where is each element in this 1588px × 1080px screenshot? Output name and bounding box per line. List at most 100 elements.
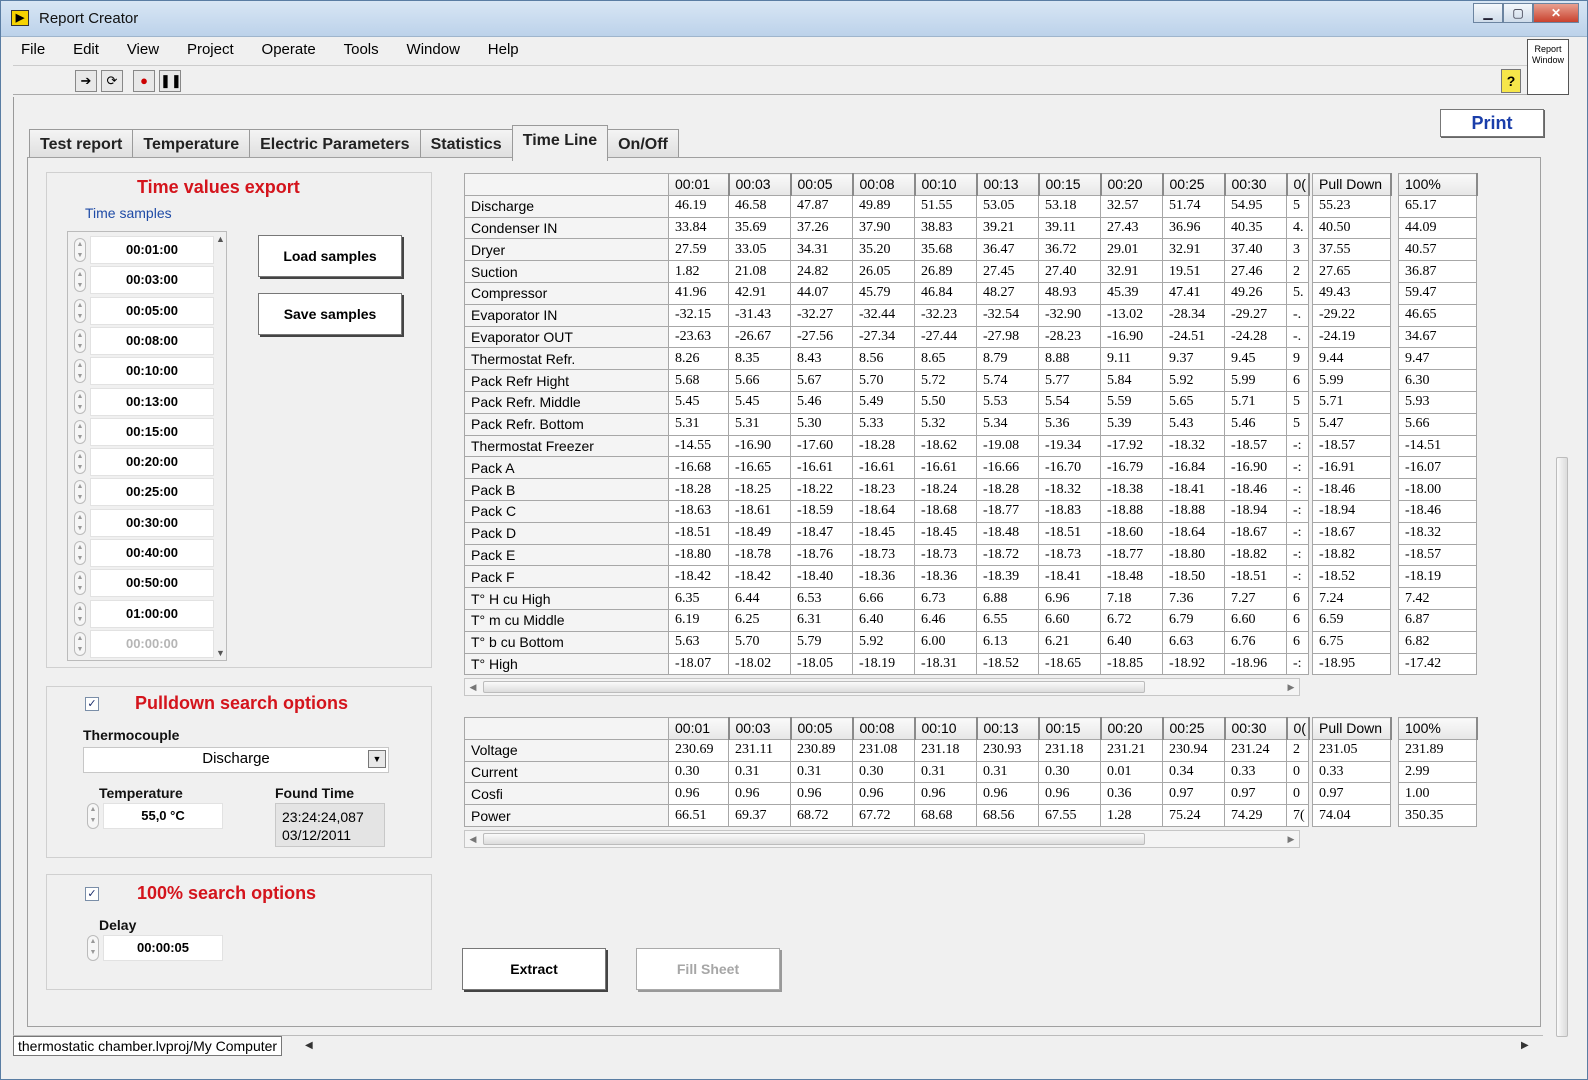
time-sample-field[interactable]: 00:40:00 xyxy=(90,539,214,567)
minimize-icon[interactable]: ▁ xyxy=(1473,3,1503,23)
pulldown-search-checkbox[interactable]: ✓ xyxy=(85,697,99,711)
time-sample-field[interactable]: 00:08:00 xyxy=(90,326,214,355)
time-sample-spinner-icon[interactable]: ▲ ▼ xyxy=(74,238,86,262)
time-sample-field[interactable]: 00:50:00 xyxy=(90,569,214,598)
scroll-thumb[interactable] xyxy=(483,833,1145,845)
time-sample-row[interactable]: ▲ ▼ 00:50:00 xyxy=(74,569,214,598)
close-icon[interactable]: ✕ xyxy=(1533,3,1579,23)
scroll-left-icon[interactable]: ◀ xyxy=(305,1040,313,1051)
table-cell: 230.69 xyxy=(668,738,729,762)
time-sample-spinner-icon[interactable]: ▲ ▼ xyxy=(74,268,86,293)
hundred-search-checkbox[interactable]: ✓ xyxy=(85,887,99,901)
extract-button[interactable]: Extract xyxy=(462,948,606,990)
menu-help[interactable]: Help xyxy=(480,39,519,58)
table-cell: -16.66 xyxy=(976,456,1039,480)
time-sample-row[interactable]: ▲ ▼ 00:10:00 xyxy=(74,357,214,386)
time-sample-row[interactable]: ▲ ▼ 00:40:00 xyxy=(74,539,214,567)
time-sample-row[interactable]: ▲ ▼ 00:01:00 xyxy=(74,236,214,264)
delay-input[interactable]: 00:00:05 xyxy=(103,935,223,961)
save-samples-button[interactable]: Save samples xyxy=(258,293,402,335)
menu-view[interactable]: View xyxy=(119,39,159,58)
time-sample-field[interactable]: 00:10:00 xyxy=(90,357,214,386)
table-cell: 5.59 xyxy=(1100,390,1163,414)
menu-operate[interactable]: Operate xyxy=(254,39,316,58)
print-button[interactable]: Print xyxy=(1440,109,1544,137)
time-sample-row[interactable]: ▲ ▼ 00:20:00 xyxy=(74,448,214,477)
time-sample-row[interactable]: ▲ ▼ 00:30:00 xyxy=(74,508,214,537)
temperature-table-hscrollbar[interactable]: ◀ ▶ xyxy=(464,678,1300,696)
time-sample-spinner-icon[interactable]: ▲ ▼ xyxy=(74,480,86,505)
time-sample-field[interactable]: 00:05:00 xyxy=(90,296,214,325)
table-cell: -19.08 xyxy=(976,434,1039,458)
time-sample-spinner-icon[interactable]: ▲ ▼ xyxy=(74,328,86,353)
delay-spinner-icon[interactable]: ▲ ▼ xyxy=(87,935,99,961)
time-sample-spinner-icon[interactable]: ▲ ▼ xyxy=(74,450,86,475)
temperature-input[interactable]: 55,0 °C xyxy=(103,803,223,829)
menu-tools[interactable]: Tools xyxy=(336,39,379,58)
time-sample-spinner-icon[interactable]: ▲ ▼ xyxy=(74,510,86,535)
scroll-thumb[interactable] xyxy=(483,681,1145,693)
time-sample-spinner-icon[interactable]: ▲ ▼ xyxy=(74,419,86,444)
temperature-spinner-icon[interactable]: ▲ ▼ xyxy=(87,803,99,829)
scroll-right-icon[interactable]: ▶ xyxy=(1521,1040,1529,1051)
time-sample-spinner-icon[interactable]: ▲ ▼ xyxy=(74,298,86,323)
time-sample-spinner-icon[interactable]: ▲ ▼ xyxy=(74,359,86,384)
table-cell: -16.65 xyxy=(728,456,791,480)
report-window-thumbnail[interactable]: Report Window xyxy=(1527,39,1569,95)
time-sample-row[interactable]: ▲ ▼ 01:00:00 xyxy=(74,599,214,628)
scroll-thumb[interactable] xyxy=(1556,457,1568,1037)
table-cell: -18.88 xyxy=(1100,499,1163,523)
scroll-right-icon[interactable]: ▶ xyxy=(1283,831,1299,847)
menu-window[interactable]: Window xyxy=(399,39,460,58)
tab-time-line[interactable]: Time Line xyxy=(511,125,609,161)
table-cell: 2 xyxy=(1286,738,1309,762)
time-sample-field[interactable]: 00:01:00 xyxy=(90,236,214,264)
fill-sheet-button[interactable]: Fill Sheet xyxy=(636,948,780,990)
thermocouple-select[interactable]: Discharge ▼ xyxy=(83,747,389,773)
maximize-icon[interactable]: ▢ xyxy=(1503,3,1533,23)
time-sample-field[interactable]: 00:15:00 xyxy=(90,417,214,446)
time-samples-scrollbar[interactable]: ▲ ▼ xyxy=(216,232,228,660)
menu-project[interactable]: Project xyxy=(179,39,234,58)
time-sample-spinner-icon[interactable]: ▲ ▼ xyxy=(74,631,86,656)
time-sample-spinner-icon[interactable]: ▲ ▼ xyxy=(74,541,86,565)
time-sample-field[interactable]: 00:13:00 xyxy=(90,387,214,416)
time-sample-row[interactable]: ▲ ▼ 00:00:00 xyxy=(74,629,214,658)
scroll-up-icon[interactable]: ▲ xyxy=(216,234,225,244)
load-samples-button[interactable]: Load samples xyxy=(258,235,402,277)
time-sample-row[interactable]: ▲ ▼ 00:13:00 xyxy=(74,387,214,416)
scroll-left-icon[interactable]: ◀ xyxy=(465,679,481,695)
menu-file[interactable]: File xyxy=(13,39,45,58)
delay-label: Delay xyxy=(99,917,137,933)
time-sample-field[interactable]: 00:00:00 xyxy=(90,629,214,658)
time-sample-row[interactable]: ▲ ▼ 00:03:00 xyxy=(74,266,214,295)
time-sample-row[interactable]: ▲ ▼ 00:05:00 xyxy=(74,296,214,325)
time-sample-field[interactable]: 01:00:00 xyxy=(90,599,214,628)
run-arrow-icon[interactable]: ➔ xyxy=(75,70,97,92)
pause-icon[interactable]: ❚❚ xyxy=(159,70,182,92)
chevron-down-icon[interactable]: ▼ xyxy=(368,750,386,768)
time-sample-row[interactable]: ▲ ▼ 00:25:00 xyxy=(74,478,214,507)
scroll-down-icon[interactable]: ▼ xyxy=(216,648,225,658)
table-cell: -16.68 xyxy=(668,456,729,480)
menu-edit[interactable]: Edit xyxy=(65,39,99,58)
scroll-left-icon[interactable]: ◀ xyxy=(465,831,481,847)
time-sample-spinner-icon[interactable]: ▲ ▼ xyxy=(74,389,86,414)
time-samples-list[interactable]: ▲ ▼ 00:01:00 ▲ ▼ 00:03:00 ▲ ▼ 00:05:00 ▲ ▼ 00:08:00… xyxy=(67,231,227,661)
electric-table-hscrollbar[interactable]: ◀ ▶ xyxy=(464,830,1300,848)
time-sample-field[interactable]: 00:20:00 xyxy=(90,448,214,477)
run-continuously-icon[interactable]: ⟳ xyxy=(101,70,123,92)
time-sample-spinner-icon[interactable]: ▲ ▼ xyxy=(74,571,86,596)
abort-icon[interactable]: ● xyxy=(133,70,155,92)
time-sample-field[interactable]: 00:25:00 xyxy=(90,478,214,507)
time-sample-row[interactable]: ▲ ▼ 00:08:00 xyxy=(74,326,214,355)
table-cell: 69.37 xyxy=(728,804,791,827)
time-sample-row[interactable]: ▲ ▼ 00:15:00 xyxy=(74,417,214,446)
time-sample-spinner-icon[interactable]: ▲ ▼ xyxy=(74,601,86,626)
scroll-right-icon[interactable]: ▶ xyxy=(1283,679,1299,695)
panel-vertical-scrollbar[interactable] xyxy=(1555,157,1569,1037)
table-row: Pack B -18.28 -18.25 -18.22 -18.23 -18.24 -18.… xyxy=(464,478,1477,501)
context-help-icon[interactable]: ? xyxy=(1501,69,1521,93)
time-sample-field[interactable]: 00:30:00 xyxy=(90,508,214,537)
time-sample-field[interactable]: 00:03:00 xyxy=(90,266,214,295)
